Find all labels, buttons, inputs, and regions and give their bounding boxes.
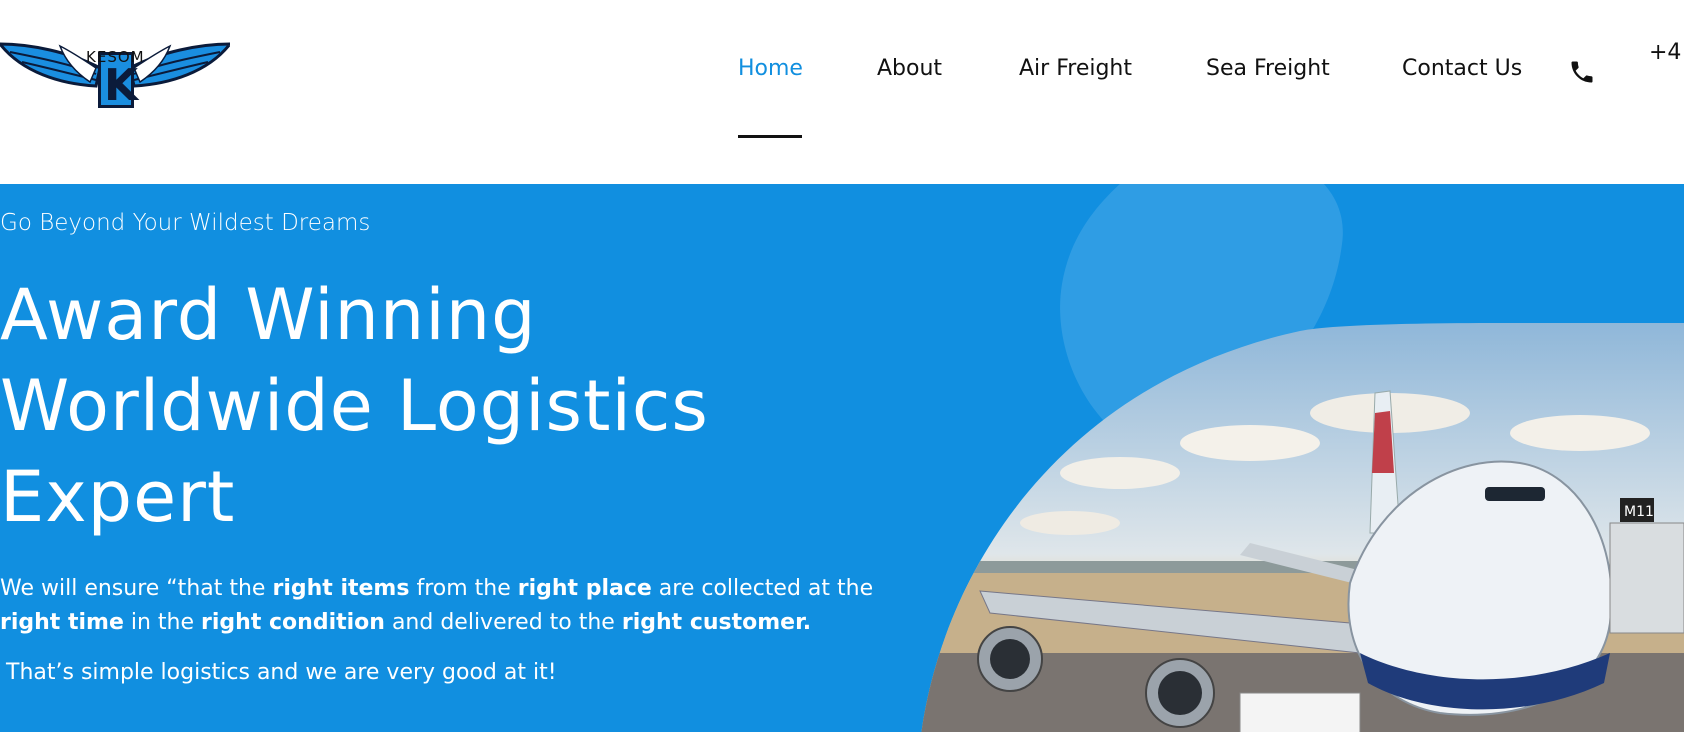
nav-item-home[interactable]: Home (738, 56, 803, 81)
hero-headline: Award Winning Worldwide Logistics Expert (0, 270, 780, 543)
hero-headline-line: Expert (0, 456, 236, 538)
gate-sign: M11 (1624, 504, 1654, 520)
nav-item-about[interactable]: About (877, 56, 942, 81)
kesom-logo[interactable]: KESOM K (0, 22, 234, 116)
airplane-photo: M11 (920, 323, 1684, 732)
hero-eyebrow: Go Beyond Your Wildest Dreams (0, 210, 371, 236)
desc-emphasis: right place (517, 576, 652, 601)
hero-headline-line: Worldwide Logistics (0, 365, 709, 447)
nav-item-contact-us[interactable]: Contact Us (1402, 56, 1522, 81)
phone-icon[interactable] (1568, 58, 1596, 86)
desc-segment: are collected at the (651, 576, 874, 601)
desc-segment: from the (409, 576, 518, 601)
desc-emphasis: right customer. (621, 610, 812, 635)
hero-tagline: That’s simple logistics and we are very … (6, 660, 557, 685)
logo-letter: K (104, 60, 139, 111)
site-header: KESOM K Home About Air Freight Sea Freig… (0, 0, 1684, 184)
desc-emphasis: right items (272, 576, 410, 601)
hero-section: M11 Go Beyond Your Wildest Dreams Award … (0, 184, 1684, 732)
desc-segment: in the (123, 610, 202, 635)
desc-segment: and delivered to the (384, 610, 622, 635)
active-nav-underline (738, 135, 802, 138)
hero-description: We will ensure “that the right items fro… (0, 572, 900, 640)
nav-item-air-freight[interactable]: Air Freight (1019, 56, 1132, 81)
nav-item-sea-freight[interactable]: Sea Freight (1206, 56, 1330, 81)
hero-headline-line: Award Winning (0, 274, 537, 356)
desc-segment: We will ensure “that the (0, 576, 273, 601)
phone-number[interactable]: +4 (1649, 40, 1681, 65)
desc-emphasis: right time (0, 610, 124, 635)
desc-emphasis: right condition (201, 610, 385, 635)
